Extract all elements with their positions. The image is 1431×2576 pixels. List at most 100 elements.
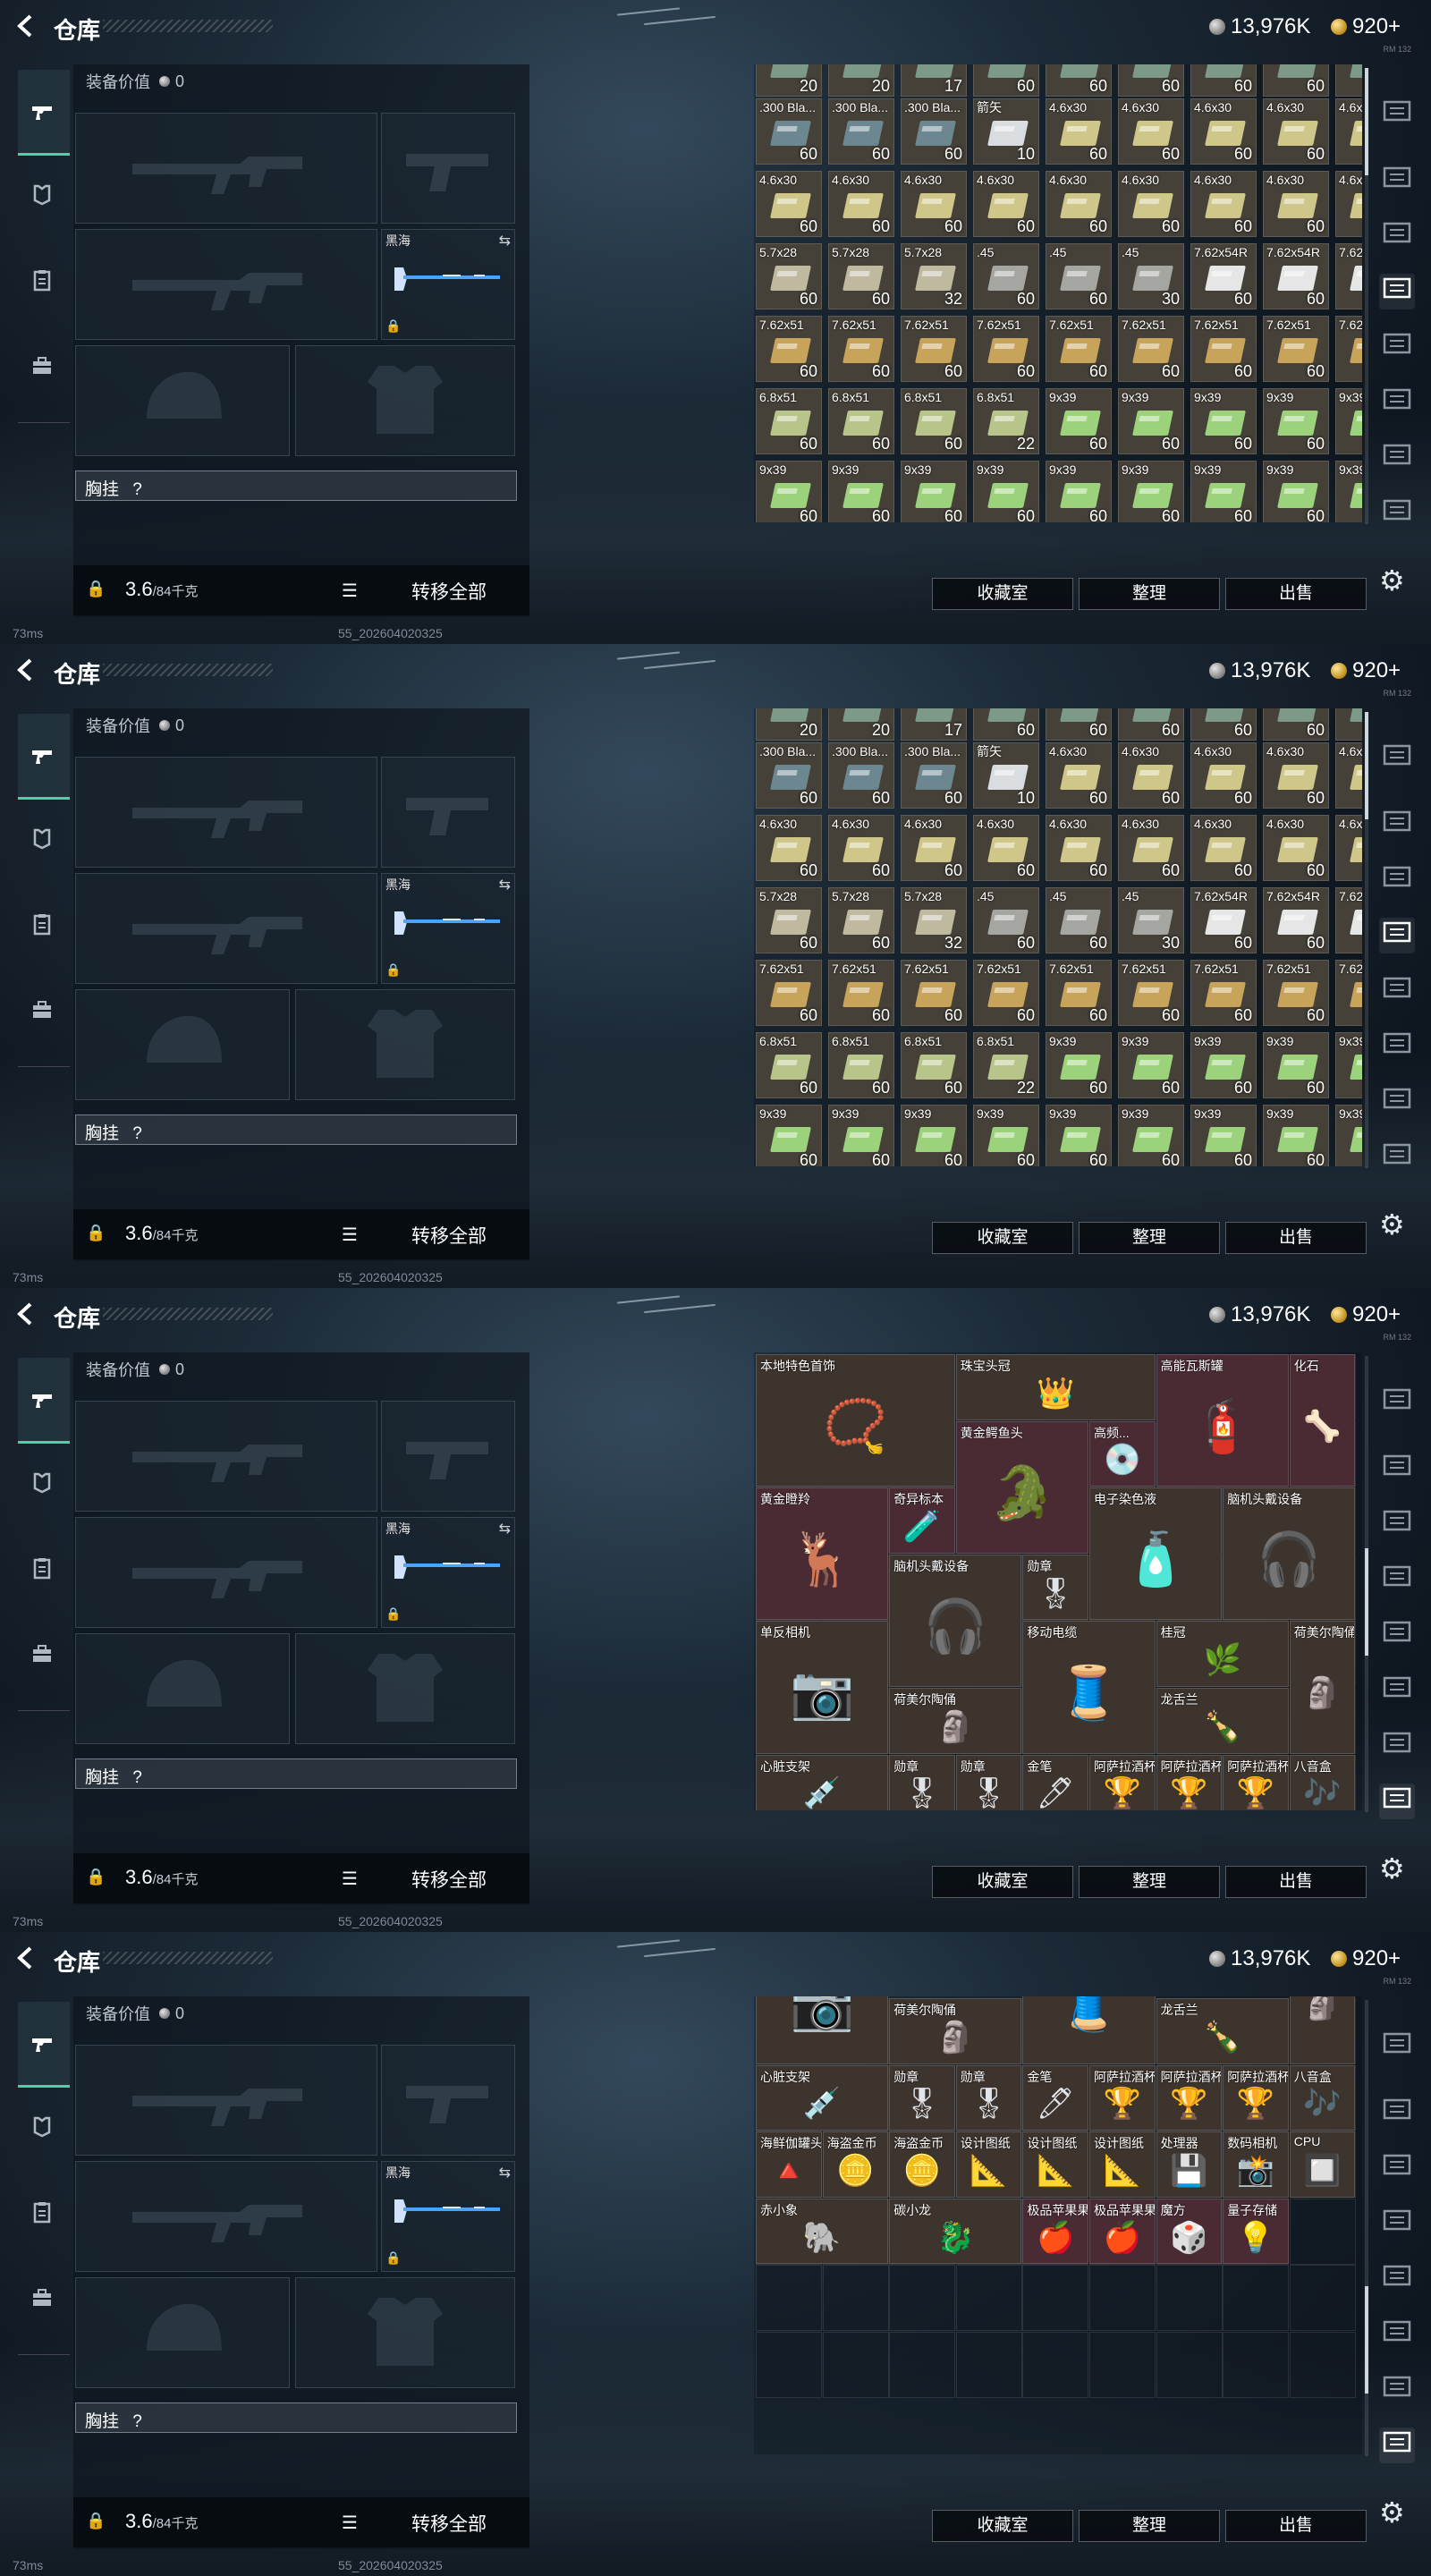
storage-page-tab[interactable]: [1379, 1140, 1415, 1175]
armor-icon[interactable]: [30, 182, 54, 206]
empty-grid-cell[interactable]: [1089, 2332, 1156, 2398]
ammo-item[interactable]: .45 60: [973, 243, 1039, 309]
gold-currency[interactable]: 920+: [1331, 14, 1401, 39]
briefcase-icon[interactable]: [30, 354, 54, 377]
storage-page-tab[interactable]: [1379, 2317, 1415, 2352]
valuable-item[interactable]: 🗿 荷美尔陶俑: [889, 1688, 1022, 1754]
ammo-item[interactable]: 7.62x51 60: [973, 960, 1039, 1026]
ammo-item[interactable]: 7.62x51 60: [1263, 316, 1329, 382]
silver-currency[interactable]: 13,976K: [1209, 14, 1310, 39]
storage-scrollbar[interactable]: [1365, 1356, 1368, 1812]
ammo-item[interactable]: 6.8x51 22: [973, 388, 1039, 454]
empty-grid-cell[interactable]: [889, 2265, 956, 2332]
lock-icon[interactable]: 🔒: [86, 2512, 106, 2530]
ammo-item[interactable]: 7.62x54R34: [1335, 887, 1362, 953]
storage-page-tab[interactable]: [1379, 2095, 1415, 2131]
ammo-item[interactable]: 4.6x3060: [1190, 742, 1257, 809]
ammo-item[interactable]: 4.6x3060: [1335, 742, 1362, 809]
valuable-item[interactable]: 🧪 奇异标本: [889, 1487, 955, 1554]
back-arrow-icon[interactable]: [13, 657, 39, 683]
ammo-item[interactable]: 7.62x51 60: [1046, 960, 1112, 1026]
valuable-item[interactable]: 💡 量子存储: [1223, 2198, 1289, 2265]
ammo-item[interactable]: 9x39 60: [756, 1105, 822, 1166]
valuable-item[interactable]: 🏆 阿萨拉酒杯: [1089, 2064, 1156, 2131]
valuable-item[interactable]: 🦌 黄金瞪羚: [756, 1487, 889, 1621]
storage-page-tab[interactable]: [1379, 1562, 1415, 1597]
collection-button[interactable]: 收藏室: [932, 578, 1073, 610]
storage-page-tab[interactable]: [1379, 918, 1415, 953]
ammo-item[interactable]: 60: [973, 64, 1039, 97]
ammo-item[interactable]: 7.62x51 60: [828, 960, 894, 1026]
storage-grid[interactable]: 202017606060606060.300 Bla...60.300 Bla.…: [754, 64, 1362, 522]
secondary-weapon-slot[interactable]: [75, 2161, 377, 2272]
ammo-item[interactable]: 7.62x51 60: [828, 316, 894, 382]
storage-page-tab[interactable]: [1379, 2206, 1415, 2241]
sort-button[interactable]: 整理: [1079, 578, 1220, 610]
ammo-item[interactable]: 6.8x51 22: [973, 1032, 1039, 1098]
ammo-item[interactable]: 4.6x3060: [1335, 98, 1362, 165]
sort-button[interactable]: 整理: [1079, 2510, 1220, 2542]
ammo-item[interactable]: 4.6x3060: [1263, 815, 1329, 881]
tab-weapons[interactable]: [18, 714, 70, 800]
ammo-item[interactable]: 17: [901, 64, 967, 97]
sell-button[interactable]: 出售: [1225, 2510, 1367, 2542]
ammo-item[interactable]: 60: [1335, 64, 1362, 97]
empty-grid-cell[interactable]: [1289, 2265, 1356, 2332]
chest-rig-slot[interactable]: 胸挂 ?: [75, 470, 517, 501]
tab-weapons[interactable]: [18, 70, 70, 156]
ammo-item[interactable]: 4.6x3060: [973, 815, 1039, 881]
storage-grid[interactable]: 202017606060606060.300 Bla...60.300 Bla.…: [754, 708, 1362, 1166]
gold-currency[interactable]: 920+: [1331, 658, 1401, 683]
empty-grid-cell[interactable]: [1223, 2332, 1290, 2398]
helmet-slot[interactable]: [75, 1633, 290, 1744]
storage-page-tab[interactable]: [1379, 1784, 1415, 1819]
ammo-item[interactable]: 7.62x5133: [1335, 316, 1362, 382]
ammo-item[interactable]: 7.62x5133: [1335, 960, 1362, 1026]
empty-grid-cell[interactable]: [756, 2265, 822, 2332]
swap-icon[interactable]: ⇆: [499, 2164, 511, 2182]
transfer-all-button[interactable]: 转移全部: [411, 578, 487, 605]
melee-slot[interactable]: 黑海 ⇆ 🔒: [381, 229, 515, 340]
collection-button[interactable]: 收藏室: [932, 2510, 1073, 2542]
primary-weapon-slot[interactable]: [75, 757, 377, 868]
storage-page-tab[interactable]: [1379, 218, 1415, 254]
ammo-item[interactable]: 4.6x3060: [901, 171, 967, 237]
melee-slot[interactable]: 黑海 ⇆ 🔒: [381, 2161, 515, 2272]
collection-button[interactable]: 收藏室: [932, 1222, 1073, 1254]
ammo-item[interactable]: 6.8x51 60: [756, 388, 822, 454]
gear-icon[interactable]: ⚙: [1379, 564, 1405, 597]
secondary-weapon-slot[interactable]: [75, 1517, 377, 1628]
valuable-item[interactable]: 🎖 勋章: [1022, 1554, 1088, 1621]
ammo-item[interactable]: 5.7x28 60: [828, 243, 894, 309]
empty-grid-cell[interactable]: [1022, 2332, 1089, 2398]
ammo-item[interactable]: 6.8x51 60: [901, 388, 967, 454]
chest-rig-slot[interactable]: 胸挂 ?: [75, 1114, 517, 1145]
valuable-item[interactable]: 🧯 高能瓦斯罐: [1156, 1354, 1289, 1487]
empty-grid-cell[interactable]: [889, 2332, 956, 2398]
list-icon[interactable]: ☰: [342, 580, 358, 602]
ammo-item[interactable]: 6.8x51 60: [756, 1032, 822, 1098]
valuable-item[interactable]: 🐘 赤小象: [756, 2198, 889, 2265]
list-icon[interactable]: ☰: [342, 1224, 358, 1246]
ammo-item[interactable]: 5.7x28 60: [756, 243, 822, 309]
sell-button[interactable]: 出售: [1225, 578, 1367, 610]
valuable-item[interactable]: 🐊 黄金鳄鱼头: [955, 1420, 1088, 1554]
empty-grid-cell[interactable]: [955, 2332, 1022, 2398]
valuable-item[interactable]: 🪙 海盗金币: [889, 2131, 955, 2198]
clipboard-icon[interactable]: [30, 912, 54, 936]
briefcase-icon[interactable]: [30, 998, 54, 1021]
gold-currency[interactable]: 920+: [1331, 1946, 1401, 1971]
ammo-item[interactable]: 9x39 60: [828, 1105, 894, 1166]
ammo-item[interactable]: 4.6x3060: [1263, 171, 1329, 237]
secondary-weapon-slot[interactable]: [75, 229, 377, 340]
gear-icon[interactable]: ⚙: [1379, 1208, 1405, 1241]
valuable-item[interactable]: 🗿 荷美尔陶俑: [1289, 1621, 1356, 1754]
primary-weapon-slot[interactable]: [75, 2045, 377, 2156]
tab-weapons[interactable]: [18, 1358, 70, 1444]
valuable-item[interactable]: 🏆 阿萨拉酒杯: [1089, 1754, 1156, 1810]
ammo-item[interactable]: 4.6x3060: [1190, 815, 1257, 881]
chest-rig-slot[interactable]: 胸挂 ?: [75, 1758, 517, 1789]
ammo-item[interactable]: 4.6x3060: [828, 171, 894, 237]
empty-grid-cell[interactable]: [1289, 2332, 1356, 2398]
ammo-item[interactable]: 4.6x3060: [1118, 98, 1184, 165]
